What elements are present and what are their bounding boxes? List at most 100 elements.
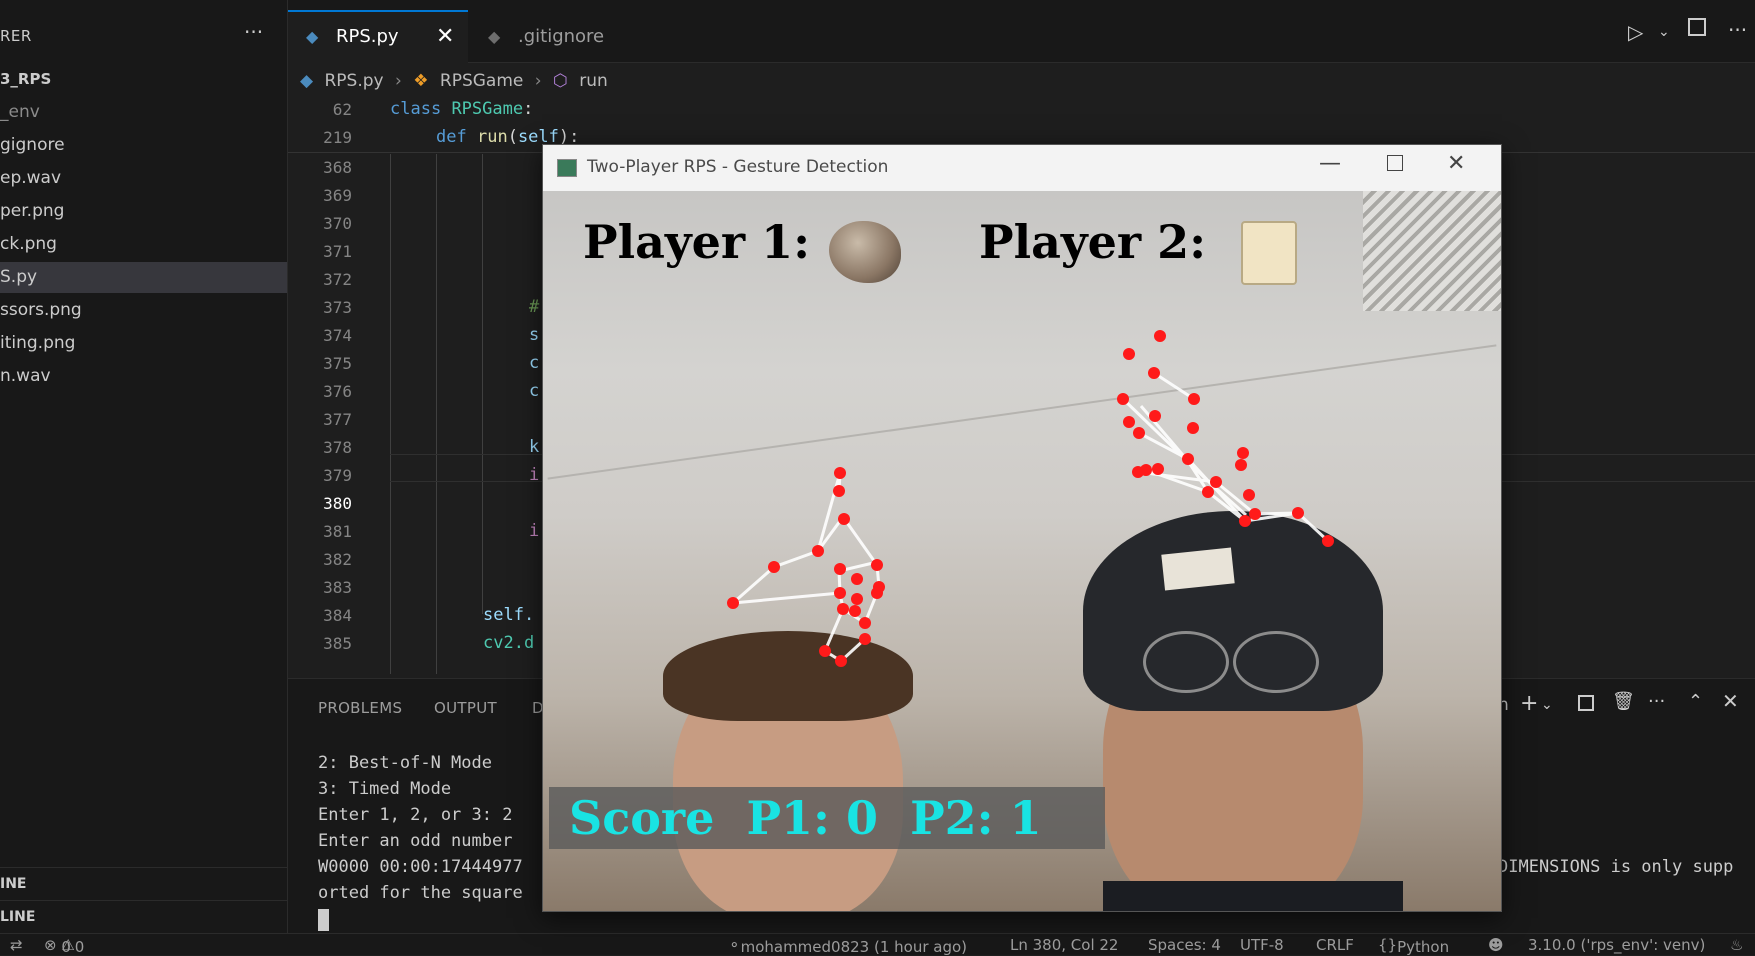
tab-output[interactable]: OUTPUT — [434, 699, 497, 717]
terminal-line: orted for the square — [318, 883, 523, 903]
gesture-window[interactable]: Two-Player RPS - Gesture Detection — ✕ P… — [542, 144, 1502, 912]
line-number: 368 — [323, 158, 352, 177]
split-terminal-icon[interactable] — [1578, 695, 1594, 711]
line-ending[interactable]: CRLF — [1316, 936, 1354, 954]
minimize-icon[interactable]: — — [1319, 151, 1341, 176]
tree-item-rock-png[interactable]: ck.png — [0, 229, 287, 260]
score-text: Score P1: 0 P2: 1 — [569, 791, 1042, 845]
remote-icon[interactable]: ⇄ — [10, 936, 23, 954]
more-actions-icon[interactable]: ··· — [244, 20, 263, 44]
close-icon[interactable]: ✕ — [1722, 689, 1739, 713]
terminal-line: 3: Timed Mode — [318, 779, 452, 799]
camera-feed: Player 1: Player 2: Score P1: 0 P2: 1 — [543, 191, 1501, 911]
player1-label: Player 1: — [583, 215, 811, 269]
code-fragment: k — [529, 437, 540, 457]
code-fragment: self. — [483, 605, 535, 625]
chevron-down-icon[interactable]: ⌄ — [1658, 24, 1670, 40]
python-interpreter[interactable]: 3.10.0 ('rps_env': venv) — [1528, 936, 1705, 954]
rock-icon — [829, 221, 901, 283]
code-fragment: c — [529, 381, 540, 401]
indent-guide — [436, 154, 437, 674]
code-fragment: i — [529, 465, 540, 485]
language-mode[interactable]: {} Python — [1378, 936, 1449, 956]
tab-problems[interactable]: PROBLEMS — [318, 699, 402, 717]
tab-rps-py[interactable]: ◆ RPS.py ✕ — [288, 10, 468, 64]
breadcrumb: ◆ RPS.py › ❖ RPSGame › ⬡ run — [300, 66, 614, 96]
tree-item-scissors-png[interactable]: ssors.png — [0, 295, 287, 326]
git-blame[interactable]: ⚬ mohammed0823 (1 hour ago) — [728, 936, 967, 956]
problems-indicator[interactable]: ⊗ 0 ⚠ 0 — [44, 936, 84, 956]
breadcrumb-class[interactable]: RPSGame — [440, 71, 523, 91]
code-fragment: s — [529, 325, 540, 345]
bell-icon[interactable]: ♨ — [1730, 936, 1743, 954]
indentation[interactable]: Spaces: 4 — [1148, 936, 1221, 954]
chevron-right-icon: › — [534, 71, 542, 91]
line-number: 371 — [323, 242, 352, 261]
explorer-title: RER — [0, 27, 32, 45]
split-editor-icon[interactable] — [1688, 18, 1706, 36]
tree-item-beep-wav[interactable]: ep.wav — [0, 163, 287, 194]
terminal-line: W0000 00:00:17444977 — [318, 857, 523, 877]
tree-item-env[interactable]: _env — [0, 97, 287, 128]
score-overlay: Score P1: 0 P2: 1 — [549, 787, 1105, 849]
breadcrumb-method[interactable]: run — [579, 71, 608, 91]
timeline-section[interactable]: LINE — [0, 900, 287, 933]
code-fragment: i — [529, 521, 540, 541]
paper-icon — [1241, 221, 1297, 285]
indent-guide — [482, 154, 483, 614]
cursor-position[interactable]: Ln 380, Col 22 — [1010, 936, 1118, 954]
tab-label: RPS.py — [336, 26, 399, 47]
add-terminal-icon[interactable]: + — [1520, 691, 1538, 716]
window-titlebar[interactable]: Two-Player RPS - Gesture Detection — ✕ — [543, 145, 1501, 191]
run-icon[interactable]: ▷ — [1628, 20, 1643, 44]
warning-count: 0 — [74, 938, 85, 956]
chevron-down-icon[interactable]: ⌄ — [1541, 697, 1553, 713]
line-number: 382 — [323, 550, 352, 569]
line-number: 376 — [323, 382, 352, 401]
python-file-icon: ◆ — [300, 71, 314, 91]
more-actions-icon[interactable]: ··· — [1728, 18, 1747, 42]
line-number-current: 380 — [323, 494, 352, 513]
copilot-icon[interactable]: ☻ — [1488, 936, 1504, 954]
tree-item-rps-py[interactable]: S.py — [0, 262, 287, 293]
line-number: 379 — [323, 466, 352, 485]
editor-tabbar: ◆ RPS.py ✕ ◆ .gitignore ▷ ⌄ ··· — [288, 0, 1755, 64]
line-number: 383 — [323, 578, 352, 597]
python-file-icon: ◆ — [306, 27, 319, 46]
line-number: 369 — [323, 186, 352, 205]
class-icon: ❖ — [413, 71, 429, 91]
tab-label: .gitignore — [518, 26, 605, 47]
sticky-class-line: class RPSGame: — [390, 99, 534, 119]
trash-icon[interactable]: 🗑 — [1612, 691, 1635, 712]
breadcrumb-file[interactable]: RPS.py — [324, 71, 383, 91]
tree-item-gitignore[interactable]: gignore — [0, 130, 287, 161]
language-label: Python — [1397, 938, 1450, 956]
line-number: 384 — [323, 606, 352, 625]
line-number: 372 — [323, 270, 352, 289]
terminal-line: Enter 1, 2, or 3: 2 — [318, 805, 513, 825]
chevron-up-icon[interactable]: ⌃ — [1688, 691, 1703, 712]
explorer-sidebar: RER ··· 3_RPS _env gignore ep.wav per.pn… — [0, 0, 288, 954]
tree-folder-project[interactable]: 3_RPS — [0, 64, 287, 95]
close-icon[interactable]: ✕ — [1447, 151, 1465, 176]
outline-section[interactable]: INE — [0, 867, 287, 900]
tab-gitignore[interactable]: ◆ .gitignore — [470, 12, 630, 62]
encoding[interactable]: UTF-8 — [1240, 936, 1284, 954]
error-count: 0 — [61, 938, 71, 956]
close-icon[interactable]: ✕ — [436, 12, 454, 62]
more-actions-icon[interactable]: ··· — [1648, 691, 1665, 712]
tree-item-win-wav[interactable]: n.wav — [0, 361, 287, 392]
line-number: 377 — [323, 410, 352, 429]
player2-label: Player 2: — [979, 215, 1207, 269]
line-number: 375 — [323, 354, 352, 373]
indent-guide — [390, 154, 391, 674]
line-number: 373 — [323, 298, 352, 317]
chevron-right-icon: › — [395, 71, 402, 91]
method-cube-icon: ⬡ — [552, 71, 568, 91]
line-number: 381 — [323, 522, 352, 541]
maximize-icon[interactable] — [1387, 155, 1403, 171]
line-number: 385 — [323, 634, 352, 653]
tree-item-waiting-png[interactable]: iting.png — [0, 328, 287, 359]
code-fragment: # — [529, 297, 540, 317]
tree-item-paper-png[interactable]: per.png — [0, 196, 287, 227]
